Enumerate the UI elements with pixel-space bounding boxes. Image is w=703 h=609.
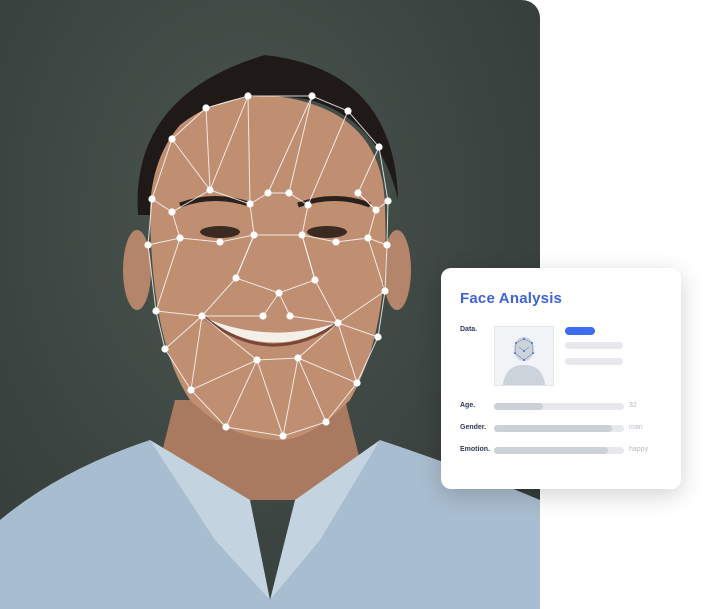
age-value: 32	[629, 402, 637, 409]
gender-value: man	[629, 424, 643, 431]
placeholder-bar	[565, 342, 623, 349]
emotion-label: Emotion.	[460, 446, 490, 453]
right-eye	[307, 226, 347, 238]
emotion-bar	[494, 447, 624, 454]
gender-bar-fill	[494, 425, 613, 432]
emotion-bar-fill	[494, 447, 609, 454]
card-title: Face Analysis	[460, 290, 563, 307]
placeholder-bar	[565, 358, 623, 365]
age-bar	[494, 403, 624, 410]
left-eye	[200, 226, 240, 238]
face-thumbnail	[494, 326, 554, 386]
gender-label: Gender.	[460, 424, 487, 431]
age-label: Age.	[460, 402, 476, 409]
face-shape	[150, 95, 386, 440]
age-bar-fill	[494, 403, 544, 410]
data-label: Data.	[460, 326, 478, 333]
face-analysis-card: Face Analysis Data. Age. 32 Gender. man …	[441, 268, 681, 489]
emotion-value: happy	[629, 446, 649, 453]
face-thumbnail-icon	[503, 337, 545, 385]
gender-bar	[494, 425, 624, 432]
detected-highlight-bar	[565, 327, 595, 335]
